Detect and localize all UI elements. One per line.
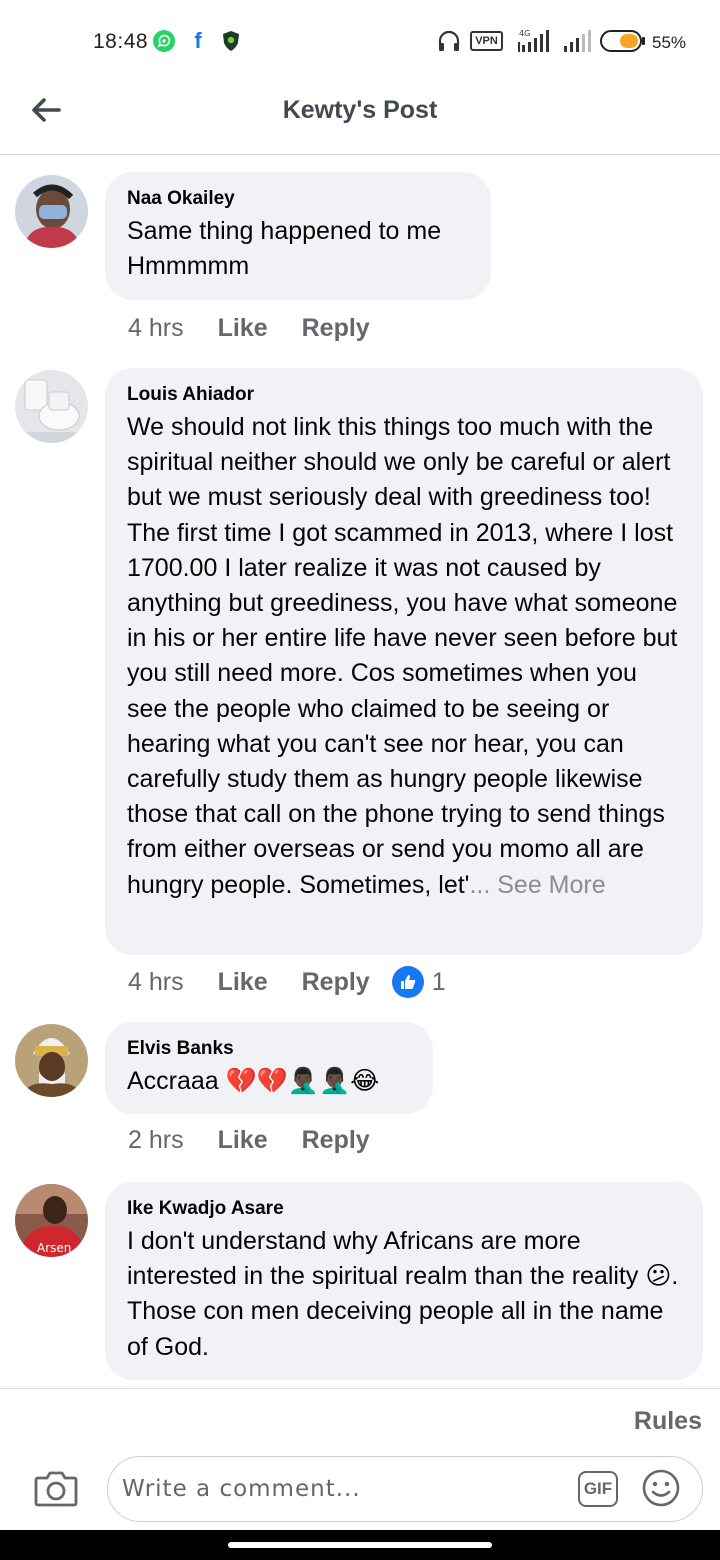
comment-text: Same thing happened to me Hmmmmm xyxy=(127,217,442,281)
comment-actions: 2 hrs Like Reply xyxy=(128,1126,404,1155)
battery-percent: 55% xyxy=(652,33,687,52)
comment-bubble[interactable]: Naa Okailey Same thing happened to me Hm… xyxy=(105,172,491,300)
shield-icon xyxy=(220,28,242,54)
reply-button[interactable]: Reply xyxy=(302,968,370,997)
comment-author[interactable]: Naa Okailey xyxy=(127,188,469,210)
comment-author[interactable]: Elvis Banks xyxy=(127,1038,411,1060)
avatar[interactable] xyxy=(15,370,88,443)
reaction-summary[interactable]: 1 xyxy=(391,966,446,998)
signal-icon xyxy=(563,28,591,54)
comment-time[interactable]: 4 hrs xyxy=(128,314,184,343)
avatar[interactable] xyxy=(15,1024,88,1097)
comment-text-container: We should not link this things too much … xyxy=(127,410,681,903)
comment-actions: 4 hrs Like Reply 1 xyxy=(128,966,446,998)
avatar[interactable] xyxy=(15,175,88,248)
post-header: Kewty's Post xyxy=(0,80,720,155)
gif-button[interactable]: GIF xyxy=(578,1471,618,1507)
reply-button[interactable]: Reply xyxy=(302,1126,370,1155)
comment-bubble[interactable]: Louis Ahiador We should not link this th… xyxy=(105,368,703,955)
comment-time[interactable]: 2 hrs xyxy=(128,1126,184,1155)
see-more-link[interactable]: ... See More xyxy=(469,871,605,899)
comment-input[interactable] xyxy=(122,1469,562,1509)
facebook-icon: f xyxy=(194,28,202,53)
reply-button[interactable]: Reply xyxy=(302,314,370,343)
emoji-icon[interactable] xyxy=(641,1468,681,1508)
avatar-text: Arsen xyxy=(37,1241,71,1255)
reaction-count: 1 xyxy=(431,967,446,996)
system-nav-bar xyxy=(0,1530,720,1560)
comment-actions: 4 hrs Like Reply xyxy=(128,314,404,343)
headset-icon xyxy=(436,28,462,54)
comment-author[interactable]: Louis Ahiador xyxy=(127,384,681,406)
like-button[interactable]: Like xyxy=(218,1126,268,1155)
page-title: Kewty's Post xyxy=(282,96,438,124)
camera-icon[interactable] xyxy=(34,1469,78,1507)
status-time: 18:48 xyxy=(93,30,149,53)
comment-bubble[interactable]: Elvis Banks Accraaa 💔💔🤦🏿‍♂️🤦🏿‍♂️😂 xyxy=(105,1022,433,1114)
battery-icon xyxy=(600,28,646,54)
like-button[interactable]: Like xyxy=(218,314,268,343)
thumbs-up-icon xyxy=(391,966,424,998)
comment-time[interactable]: 4 hrs xyxy=(128,968,184,997)
svg-text:4G: 4G xyxy=(519,29,530,38)
rules-link[interactable]: Rules xyxy=(634,1407,702,1436)
comment-bubble[interactable]: Ike Kwadjo Asare I don't understand why … xyxy=(105,1182,703,1380)
comment-text: We should not link this things too much … xyxy=(127,413,678,899)
like-button[interactable]: Like xyxy=(218,968,268,997)
comment-input-container[interactable]: GIF xyxy=(107,1456,703,1522)
signal-4g-icon: 4G xyxy=(516,28,554,54)
comment-text: Accraaa 💔💔🤦🏿‍♂️🤦🏿‍♂️😂 xyxy=(127,1067,380,1095)
comment-author[interactable]: Ike Kwadjo Asare xyxy=(127,1198,681,1220)
comment-text: I don't understand why Africans are more… xyxy=(127,1227,679,1361)
vpn-icon: VPN xyxy=(470,31,503,51)
status-bar: 18:48 f VPN 4G 55% xyxy=(0,0,720,80)
whatsapp-icon xyxy=(151,28,177,54)
avatar[interactable]: Arsen xyxy=(15,1184,88,1257)
comment-composer: Rules GIF xyxy=(0,1388,720,1530)
home-indicator[interactable] xyxy=(228,1542,492,1548)
